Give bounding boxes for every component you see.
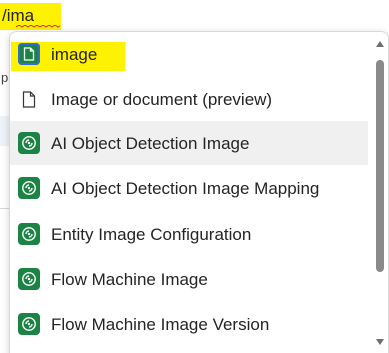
underlay-partial-text: p xyxy=(1,70,9,85)
entity-icon xyxy=(18,132,40,154)
suggestion-label: Entity Image Configuration xyxy=(51,225,252,244)
suggestion-item-ai-object-detection-image-mapping[interactable]: AI Object Detection Image Mapping xyxy=(10,166,368,210)
suggestion-label: image xyxy=(51,45,98,64)
suggestion-label: AI Object Detection Image xyxy=(51,134,250,153)
suggestion-label: Image or document (preview) xyxy=(51,90,273,109)
scroll-thumb[interactable] xyxy=(376,60,384,272)
suggestion-item-ai-object-detection-image[interactable]: AI Object Detection Image xyxy=(10,121,368,165)
scroll-up-arrow-icon[interactable] xyxy=(375,40,385,48)
entity-icon xyxy=(18,223,40,245)
suggestion-label: Flow Machine Image xyxy=(51,270,208,289)
suggestion-item-flow-machine-image[interactable]: Flow Machine Image xyxy=(10,257,368,301)
scroll-down-arrow-icon[interactable] xyxy=(375,338,385,346)
entity-icon xyxy=(18,177,40,199)
suggestion-item-image-or-document[interactable]: Image or document (preview) xyxy=(10,77,368,121)
suggestion-popup: image Image or document (preview) AI Obj… xyxy=(9,31,389,353)
entity-icon xyxy=(18,313,40,335)
entity-icon xyxy=(18,268,40,290)
suggestion-item-entity-image-configuration[interactable]: Entity Image Configuration xyxy=(10,212,368,256)
suggestion-item-image[interactable]: image xyxy=(10,32,368,76)
popup-scrollbar[interactable] xyxy=(372,32,388,353)
command-input-text[interactable]: /ima xyxy=(2,6,34,26)
suggestion-label: AI Object Detection Image Mapping xyxy=(51,179,320,198)
suggestion-label: Flow Machine Image Version xyxy=(51,315,270,334)
editor-stage: p /ima image Image or document (preview)… xyxy=(0,0,389,353)
suggestion-item-flow-machine-image-version[interactable]: Flow Machine Image Version xyxy=(10,302,368,346)
document-outline-icon xyxy=(18,88,40,110)
spellcheck-squiggle xyxy=(16,25,60,28)
document-icon xyxy=(18,43,40,65)
